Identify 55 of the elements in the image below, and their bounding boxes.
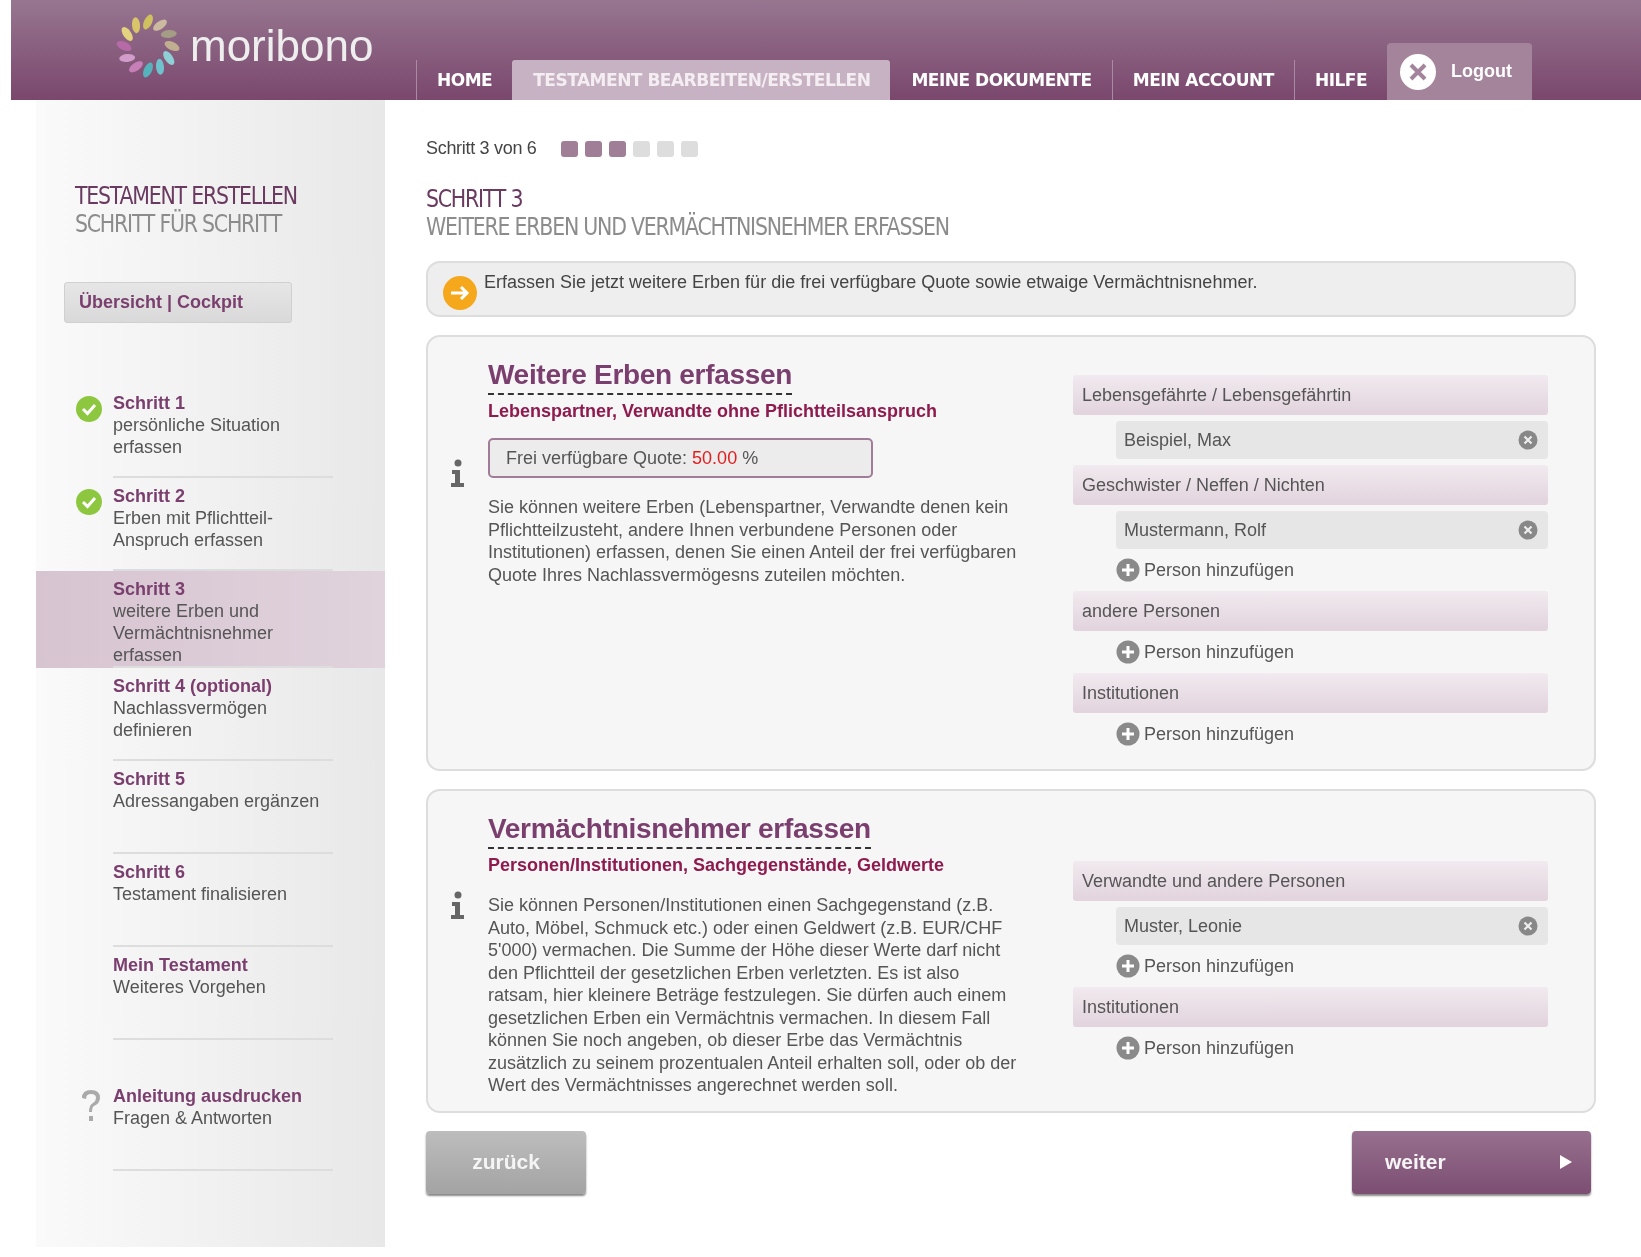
section-subtitle: Personen/Institutionen, Sachgegenstände, Geldwerte: [488, 855, 946, 876]
nav-tab[interactable]: MEIN ACCOUNT: [1111, 60, 1294, 100]
sidebar-step[interactable]: Schritt 5 Adressangaben ergänzen: [36, 761, 385, 854]
group-header: Verwandte und andere Personen: [1073, 861, 1548, 901]
next-button[interactable]: weiter: [1352, 1130, 1591, 1194]
question-mark-icon: [79, 1088, 103, 1124]
sidebar-step[interactable]: Mein Testament Weiteres Vorgehen: [36, 947, 385, 1040]
info-icon: [450, 891, 466, 919]
sidebar-step[interactable]: Schritt 6 Testament finalisieren: [36, 854, 385, 947]
group-header: andere Personen: [1073, 591, 1548, 631]
remove-icon[interactable]: [1518, 520, 1538, 540]
section-title: Weitere Erben erfassen: [488, 359, 793, 395]
section-title: Vermächtnisnehmer erfassen: [488, 813, 871, 849]
plus-icon: [1116, 640, 1140, 664]
plus-icon: [1116, 1036, 1140, 1060]
remove-icon[interactable]: [1518, 916, 1538, 936]
info-icon: [450, 459, 466, 487]
logo-text: moribono: [190, 21, 374, 71]
plus-icon: [1116, 954, 1140, 978]
play-icon: [1559, 1154, 1573, 1170]
logo-icon: [116, 14, 180, 78]
page-title: SCHRITT 3: [426, 185, 523, 213]
close-icon: [1399, 52, 1438, 91]
sidebar-title: TESTAMENT ERSTELLEN: [75, 182, 297, 210]
step-counter: Schritt 3 von 6: [426, 138, 537, 159]
logout-button[interactable]: Logout: [1387, 43, 1533, 100]
overview-button[interactable]: Übersicht | Cockpit: [64, 282, 292, 323]
section-description: Sie können weitere Erben (Lebenspartner, Verwandte denen kein Pflichtteilzusteht, andere Ihnen verbundene Personen oder Institutionen) erfassen, denen Sie einen Anteil der frei verfügbaren Quote Ihres Nachlassvermögesns zuteilen möchten.: [488, 496, 1018, 586]
sidebar-step[interactable]: Schritt 1 persönliche Situation erfassen: [36, 385, 385, 478]
add-person-link[interactable]: Person hinzufügen: [1116, 951, 1295, 981]
group-header: Institutionen: [1073, 987, 1548, 1027]
group-header: Lebensgefährte / Lebensgefährtin: [1073, 375, 1548, 415]
page-subtitle: WEITERE ERBEN UND VERMÄCHTNISNEHMER ERFASSEN: [426, 213, 949, 241]
notice-text: Erfassen Sie jetzt weitere Erben für die frei verfügbare Quote sowie etwaige Vermächtnisnehmer.: [484, 271, 1258, 293]
nav-tab[interactable]: MEINE DOKUMENTE: [890, 60, 1112, 100]
sidebar-subtitle: SCHRITT FÜR SCHRITT: [75, 210, 282, 238]
sidebar-step[interactable]: Schritt 3 weitere Erben und Vermächtnisnehmer erfassen: [36, 571, 385, 668]
remove-icon[interactable]: [1518, 430, 1538, 450]
add-person-link[interactable]: Person hinzufügen: [1116, 1033, 1295, 1063]
group-header: Institutionen: [1073, 673, 1548, 713]
arrow-right-icon: [442, 275, 478, 311]
quote-field: Frei verfügbare Quote: 50.00 %: [488, 438, 873, 478]
plus-icon: [1116, 558, 1140, 582]
person-entry[interactable]: Muster, Leonie: [1116, 907, 1548, 945]
group-header: Geschwister / Neffen / Nichten: [1073, 465, 1548, 505]
person-entry[interactable]: Beispiel, Max: [1116, 421, 1548, 459]
sidebar-step[interactable]: Schritt 4 (optional) Nachlassvermögen definieren: [36, 668, 385, 761]
plus-icon: [1116, 722, 1140, 746]
add-person-link[interactable]: Person hinzufügen: [1116, 555, 1295, 585]
section-description: Sie können Personen/Institutionen einen Sachgegenstand (z.B. Auto, Möbel, Schmuck etc.) oder einen Geldwert (z.B. EUR/CHF 5'000) vermachen. Die Summe der Höhe dieser Werte darf nicht den Pflichtteil der gesetzlichen Erben verletzten. Es ist also ratsam, hier kleinere Beträge festzulegen. Sie dürfen auch einem gesetzlichen Erben ein Vermächtnis vermachen. In diesem Fall können Sie noch angeben, ob dieser Erbe das Vermächtnis zusätzlich zu seinem prozentualen Anteil erhalten soll, oder ob der Wert des Vermächtnisses angerechnet werden soll.: [488, 894, 1018, 1097]
sidebar-step[interactable]: Anleitung ausdrucken Fragen & Antworten: [36, 1078, 385, 1171]
add-person-link[interactable]: Person hinzufügen: [1116, 637, 1295, 667]
add-person-link[interactable]: Person hinzufügen: [1116, 719, 1295, 749]
section-subtitle: Lebenspartner, Verwandte ohne Pflichtteilsanspruch: [488, 401, 939, 422]
person-entry[interactable]: Mustermann, Rolf: [1116, 511, 1548, 549]
